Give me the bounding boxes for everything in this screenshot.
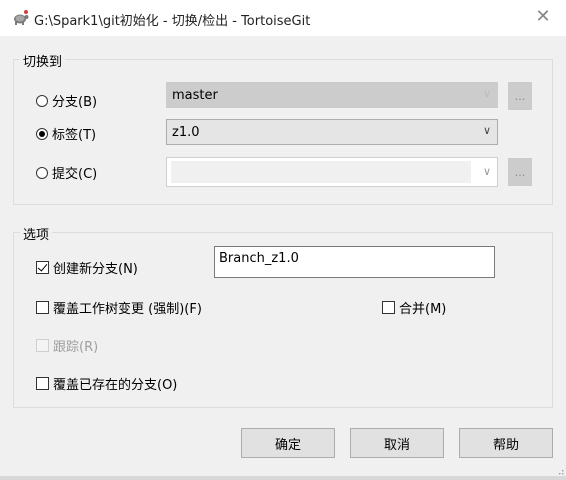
ok-button[interactable]: 确定 (241, 428, 335, 458)
close-icon: ✕ (535, 5, 551, 27)
chevron-down-icon: ∨ (482, 165, 491, 178)
window-title: G:\Spark1\git初始化 - 切换/检出 - TortoiseGit (34, 14, 311, 29)
close-button[interactable]: ✕ (520, 0, 566, 32)
new-branch-name-field[interactable] (219, 251, 479, 266)
tag-select-value: z1.0 (172, 125, 200, 140)
tag-select[interactable]: z1.0 ∨ (166, 119, 498, 145)
tag-radio[interactable]: 标签(T) (36, 124, 96, 143)
override-worktree-checkbox[interactable]: 覆盖工作树变更 (强制)(F) (36, 298, 202, 317)
override-existing-check[interactable] (36, 377, 49, 390)
branch-select[interactable]: master ∨ (166, 82, 498, 108)
background-window-edge (0, 476, 566, 480)
branch-browse-button[interactable]: ... (508, 82, 532, 110)
commit-select[interactable]: ∨ (166, 157, 498, 187)
switch-to-legend: 切换到 (20, 51, 66, 70)
commit-select-field (171, 161, 471, 183)
branch-radio-label: 分支(B) (52, 95, 98, 110)
merge-check[interactable] (382, 301, 395, 314)
create-branch-label: 创建新分支(N) (53, 262, 138, 277)
override-existing-checkbox[interactable]: 覆盖已存在的分支(O) (36, 374, 177, 393)
dialog-body: 切换到 分支(B) master ∨ ... 标签(T) z1.0 ∨ 提交(C… (0, 36, 566, 480)
track-checkbox[interactable]: 跟踪(R) (36, 336, 98, 355)
commit-browse-button[interactable]: ... (508, 158, 532, 186)
commit-radio-label: 提交(C) (52, 167, 98, 182)
merge-checkbox[interactable]: 合并(M) (382, 298, 446, 317)
tag-radio-button[interactable] (36, 127, 48, 140)
merge-label: 合并(M) (399, 302, 447, 317)
commit-radio-button[interactable] (36, 166, 48, 179)
options-legend: 选项 (20, 224, 53, 243)
cancel-button[interactable]: 取消 (350, 428, 444, 458)
chevron-down-icon: ∨ (482, 87, 491, 100)
create-branch-check[interactable] (36, 261, 49, 274)
branch-select-value: master (172, 88, 218, 103)
override-existing-label: 覆盖已存在的分支(O) (53, 378, 178, 393)
track-check[interactable] (36, 339, 49, 352)
title-bar: G:\Spark1\git初始化 - 切换/检出 - TortoiseGit ✕ (0, 0, 566, 36)
new-branch-name-input[interactable] (214, 246, 495, 278)
branch-radio[interactable]: 分支(B) (36, 91, 97, 110)
override-worktree-check[interactable] (36, 301, 49, 314)
chevron-down-icon: ∨ (482, 124, 491, 137)
help-button[interactable]: 帮助 (459, 428, 553, 458)
commit-radio[interactable]: 提交(C) (36, 163, 97, 182)
tortoisegit-icon (14, 10, 29, 25)
tag-radio-label: 标签(T) (52, 128, 97, 143)
create-branch-checkbox[interactable]: 创建新分支(N) (36, 258, 138, 277)
override-worktree-label: 覆盖工作树变更 (强制)(F) (53, 302, 202, 317)
branch-radio-button[interactable] (36, 94, 48, 107)
track-label: 跟踪(R) (53, 340, 99, 355)
